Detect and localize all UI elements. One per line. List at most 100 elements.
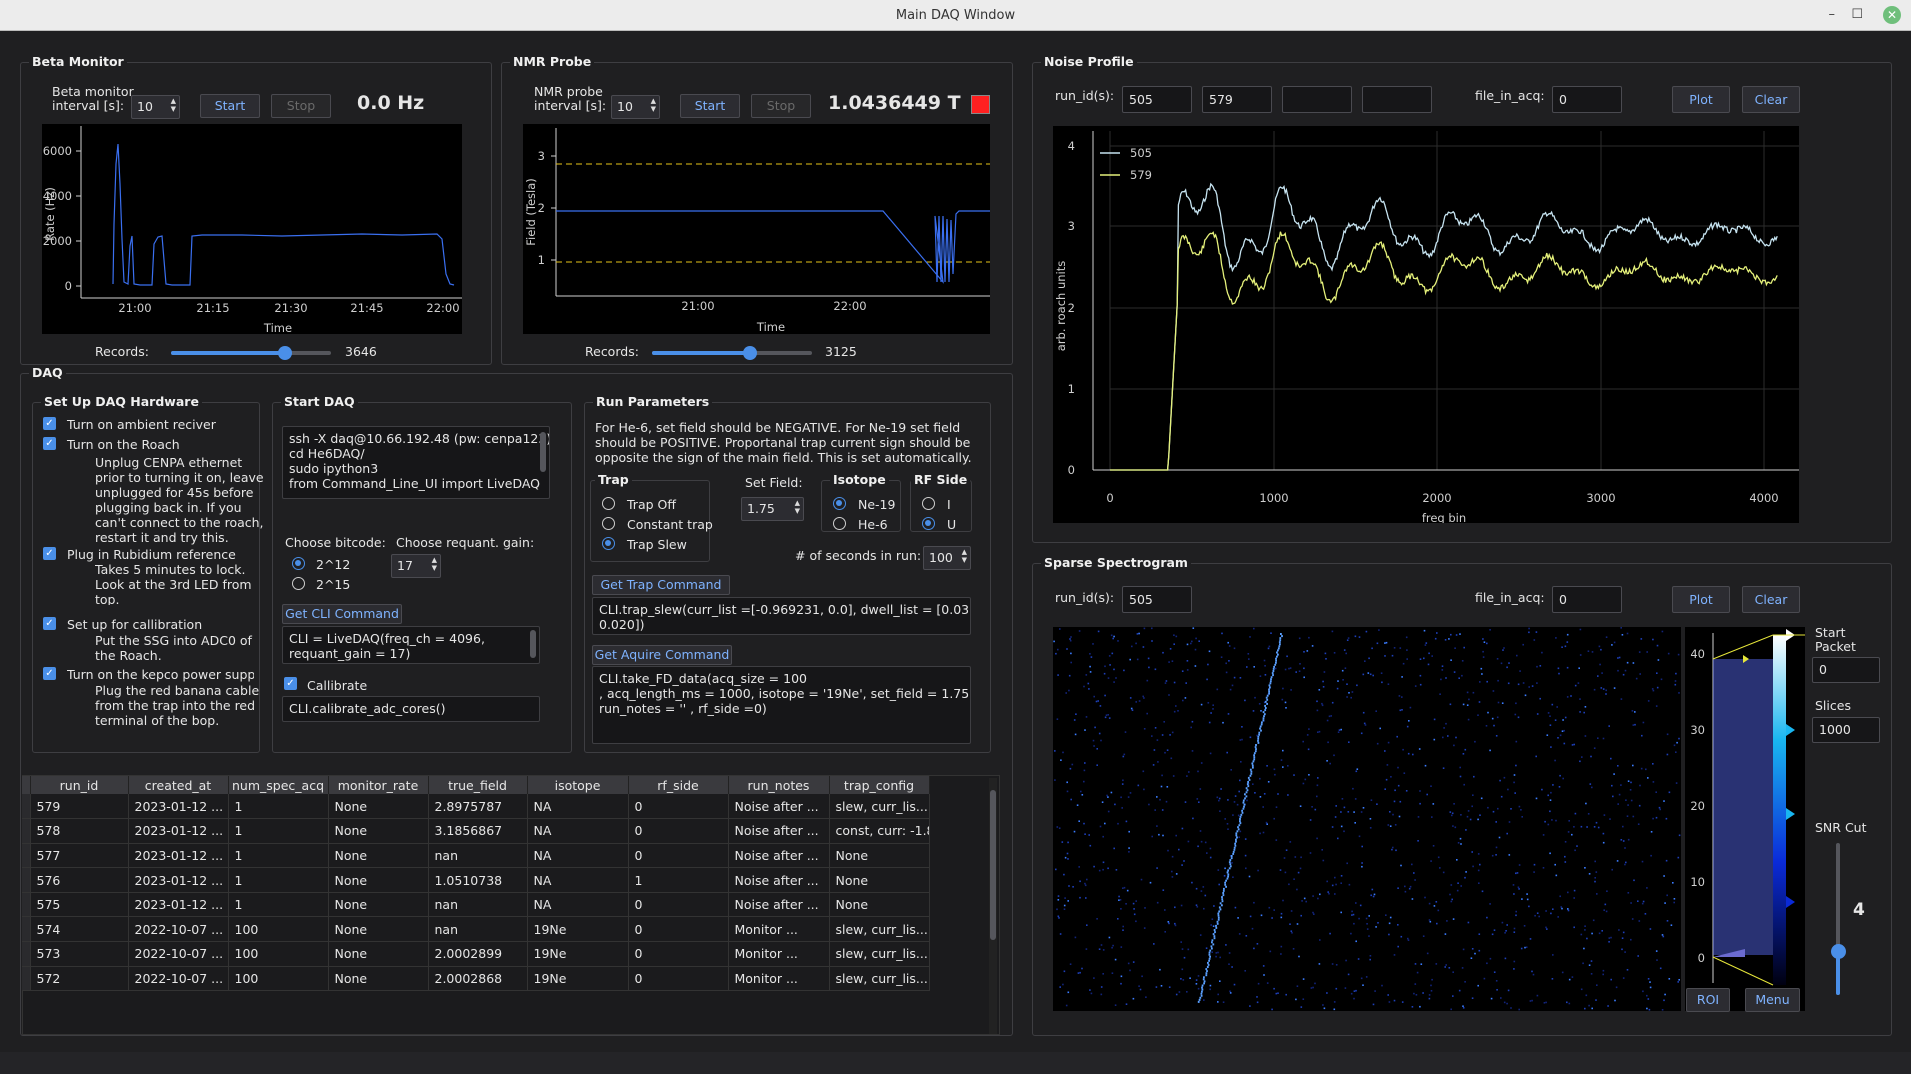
constant-trap-radio[interactable]	[602, 517, 615, 530]
gain-spinbox[interactable]: 17 ▲ ▼	[391, 554, 441, 578]
spec-plot-button[interactable]: Plot	[1672, 586, 1730, 613]
table-cell[interactable]: Monitor ...	[728, 941, 830, 967]
table-cell[interactable]: 0	[628, 892, 729, 918]
table-cell[interactable]: 2.8975787	[428, 794, 528, 820]
table-cell[interactable]: NA	[527, 818, 629, 844]
get-acquire-command-button[interactable]: Get Aquire Command	[592, 645, 732, 665]
row-header[interactable]	[22, 941, 31, 967]
table-cell[interactable]: 3.1856867	[428, 818, 528, 844]
maximize-icon[interactable]: ☐	[1851, 7, 1863, 22]
noise-runid-input-1[interactable]: 505	[1122, 86, 1192, 113]
runs-table[interactable]: run_id created_at num_spec_acq monitor_rate…	[22, 776, 930, 992]
table-cell[interactable]: 578	[30, 818, 129, 844]
table-cell[interactable]: 575	[30, 892, 129, 918]
table-cell[interactable]: nan	[428, 843, 528, 869]
table-cell[interactable]: 2022-10-07 ...	[128, 916, 229, 943]
snr-slider-handle[interactable]	[1831, 944, 1846, 959]
nmr-interval-spinbox[interactable]: 10 ▲ ▼	[611, 95, 660, 119]
table-cell[interactable]: 572	[30, 966, 129, 992]
table-cell[interactable]: Noise after ...	[728, 892, 830, 918]
spin-arrows-icon[interactable]: ▲ ▼	[795, 499, 800, 515]
rubidium-checkbox[interactable]: ✓	[43, 547, 56, 560]
column-header-run-notes[interactable]: run_notes	[728, 776, 830, 794]
calibration-checkbox[interactable]: ✓	[43, 617, 56, 630]
trap-off-radio[interactable]	[602, 497, 615, 510]
kepco-checkbox[interactable]: ✓	[43, 667, 56, 680]
table-scrollbar[interactable]	[990, 790, 996, 940]
table-row[interactable]: 579 2023-01-12 ... 1 None 2.8975787 NA 0 Noise …	[22, 794, 930, 820]
scrollbar[interactable]	[540, 432, 546, 472]
row-header[interactable]	[22, 818, 31, 844]
table-cell[interactable]: 579	[30, 794, 129, 820]
table-cell[interactable]: 577	[30, 843, 129, 869]
start-packet-input[interactable]: 0	[1812, 657, 1880, 683]
table-cell[interactable]: 1	[228, 818, 329, 844]
table-cell[interactable]: 1	[228, 794, 329, 820]
table-cell[interactable]: None	[328, 892, 429, 918]
column-header-isotope[interactable]: isotope	[527, 776, 629, 794]
table-cell[interactable]: NA	[527, 867, 629, 893]
table-row[interactable]: 575 2023-01-12 ... 1 None nan NA 0 Noise after …	[22, 892, 930, 918]
table-cell[interactable]: 0	[628, 916, 729, 943]
column-header-num-spec-acq[interactable]: num_spec_acq	[228, 776, 329, 794]
table-cell[interactable]: nan	[428, 892, 528, 918]
table-cell[interactable]: 2.0002899	[428, 941, 528, 967]
table-cell[interactable]: Monitor ...	[728, 966, 830, 992]
table-cell[interactable]: 0	[628, 966, 729, 992]
noise-runid-input-2[interactable]: 579	[1202, 86, 1272, 113]
table-row[interactable]: 576 2023-01-12 ... 1 None 1.0510738 NA 1 Noise …	[22, 867, 930, 893]
table-cell[interactable]: 2023-01-12 ...	[128, 794, 229, 820]
noise-runid-input-3[interactable]	[1282, 86, 1352, 113]
beta-interval-spinbox[interactable]: 10 ▲ ▼	[131, 95, 180, 119]
table-cell[interactable]: 100	[228, 916, 329, 943]
row-header[interactable]	[22, 843, 31, 869]
table-cell[interactable]: 1	[228, 843, 329, 869]
table-cell[interactable]: None	[328, 843, 429, 869]
table-cell[interactable]: 100	[228, 966, 329, 992]
table-cell[interactable]: slew, curr_lis...	[829, 916, 930, 943]
table-row[interactable]: 578 2023-01-12 ... 1 None 3.1856867 NA 0 Noise …	[22, 818, 930, 844]
slices-input[interactable]: 1000	[1812, 717, 1880, 743]
table-cell[interactable]: None	[829, 843, 930, 869]
row-header[interactable]	[22, 867, 31, 893]
nmr-stop-button[interactable]: Stop	[751, 94, 811, 118]
slider-handle[interactable]	[277, 346, 292, 360]
table-cell[interactable]: 574	[30, 916, 129, 943]
table-row[interactable]: 574 2022-10-07 ... 100 None nan 19Ne 0 Monitor …	[22, 916, 930, 943]
table-cell[interactable]: None	[829, 867, 930, 893]
minimize-icon[interactable]: –	[1829, 7, 1836, 22]
table-cell[interactable]: 573	[30, 941, 129, 967]
table-cell[interactable]: None	[328, 941, 429, 967]
calibrate-command-text[interactable]: CLI.calibrate_adc_cores()	[282, 696, 540, 722]
noise-file-input[interactable]: 0	[1552, 86, 1622, 113]
acquire-command-text[interactable]: CLI.take_FD_data(acq_size = 100 , acq_le…	[592, 666, 971, 744]
table-cell[interactable]: Monitor ...	[728, 916, 830, 943]
column-header-run-id[interactable]: run_id	[30, 776, 129, 794]
noise-profile-plot[interactable]: 0 1 2 3 4 0 1000 2000 3000 4000 arb. roa…	[1053, 126, 1799, 523]
table-cell[interactable]: 1.0510738	[428, 867, 528, 893]
spectrogram-image[interactable]	[1053, 627, 1681, 1011]
table-cell[interactable]: 19Ne	[527, 941, 629, 967]
scrollbar[interactable]	[530, 630, 536, 658]
table-cell[interactable]: 1	[628, 867, 729, 893]
cli-command-text[interactable]: CLI = LiveDAQ(freq_ch = 4096, requant_ga…	[282, 626, 540, 664]
table-cell[interactable]: nan	[428, 916, 528, 943]
spin-arrows-icon[interactable]: ▲ ▼	[962, 548, 967, 564]
table-cell[interactable]: slew, curr_lis...	[829, 941, 930, 967]
spectrogram-histogram[interactable]: 0 10 20 30 40	[1685, 627, 1805, 1011]
isotope-ne19-radio[interactable]	[833, 497, 846, 510]
levels-region[interactable]	[1713, 659, 1773, 955]
table-cell[interactable]: NA	[527, 794, 629, 820]
table-cell[interactable]: 19Ne	[527, 916, 629, 943]
ssh-command-text[interactable]: ssh -X daq@10.66.192.48 (pw: cenpa123) c…	[282, 426, 550, 499]
roi-button[interactable]: ROI	[1686, 988, 1730, 1012]
column-header-true-field[interactable]: true_field	[428, 776, 528, 794]
table-cell[interactable]: NA	[527, 892, 629, 918]
table-cell[interactable]: 2.0002868	[428, 966, 528, 992]
row-header[interactable]	[22, 892, 31, 918]
table-cell[interactable]: Noise after ...	[728, 867, 830, 893]
table-row[interactable]: 573 2022-10-07 ... 100 None 2.0002899 19Ne 0 Mo…	[22, 941, 930, 967]
trap-slew-radio[interactable]	[602, 537, 615, 550]
table-cell[interactable]: 0	[628, 818, 729, 844]
table-cell[interactable]: 0	[628, 843, 729, 869]
